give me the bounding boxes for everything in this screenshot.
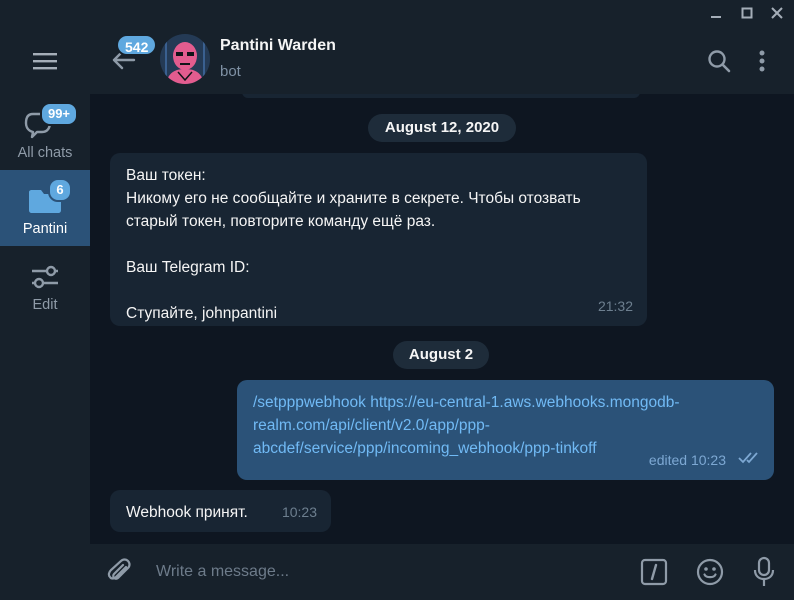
previous-message-edge bbox=[242, 94, 640, 98]
message-line: Ступайте, johnpantini bbox=[126, 305, 278, 322]
message-line bbox=[126, 279, 631, 302]
message-bubble-incoming[interactable]: Ваш токен: Никому его не сообщайте и хра… bbox=[110, 153, 647, 326]
folder-pantini[interactable]: 6 Pantini bbox=[0, 170, 90, 246]
search-icon[interactable] bbox=[706, 48, 732, 74]
message-bubble-incoming[interactable]: Webhook принят. 10:23 bbox=[110, 490, 331, 532]
chat-status: bot bbox=[220, 63, 241, 80]
message-line bbox=[126, 233, 631, 256]
minimize-icon[interactable] bbox=[705, 3, 727, 23]
more-vertical-icon[interactable] bbox=[752, 48, 772, 74]
close-icon[interactable] bbox=[766, 3, 788, 23]
folder-label: Pantini bbox=[22, 221, 68, 237]
paperclip-icon[interactable] bbox=[106, 558, 134, 586]
date-separator: August 2 bbox=[393, 341, 489, 369]
message-line: Ваш Telegram ID: bbox=[126, 259, 250, 276]
folder-sidebar: 99+ All chats 6 Pantini Edit bbox=[0, 26, 90, 600]
bot-command-icon[interactable] bbox=[640, 558, 668, 586]
sliders-icon bbox=[24, 258, 66, 294]
unread-count-badge: 542 bbox=[116, 34, 158, 56]
message-time: edited 10:23 bbox=[648, 452, 726, 468]
hamburger-menu-icon[interactable] bbox=[25, 46, 65, 76]
double-check-icon bbox=[738, 449, 764, 472]
message-line[interactable]: realm.com/api/client/v2.0/app/ppp- bbox=[253, 414, 758, 437]
avatar[interactable] bbox=[160, 34, 210, 84]
message-line[interactable]: /setpppwebhook https://eu-central-1.aws.… bbox=[253, 391, 758, 414]
chat-title[interactable]: Pantini Warden bbox=[220, 37, 336, 55]
message-line: Ваш токен: bbox=[126, 167, 206, 184]
date-separator: August 12, 2020 bbox=[368, 114, 516, 142]
maximize-icon[interactable] bbox=[736, 3, 758, 23]
folder-badge: 99+ bbox=[40, 102, 78, 126]
microphone-icon[interactable] bbox=[752, 556, 776, 588]
message-line: Никому его не сообщайте и храните в секр… bbox=[126, 190, 581, 207]
folder-all-chats[interactable]: 99+ All chats bbox=[0, 94, 90, 170]
message-input[interactable] bbox=[156, 561, 616, 583]
message-list[interactable]: August 12, 2020 Ваш токен: Никому его не… bbox=[90, 94, 794, 544]
chat-header: 542 Pantini Warden bot bbox=[90, 26, 794, 94]
message-time: 21:32 bbox=[597, 298, 633, 314]
message-time: 10:23 bbox=[281, 504, 317, 520]
emoji-icon[interactable] bbox=[695, 557, 725, 587]
folder-edit[interactable]: Edit bbox=[0, 246, 90, 322]
folder-label: Edit bbox=[32, 297, 58, 313]
message-bubble-outgoing[interactable]: /setpppwebhook https://eu-central-1.aws.… bbox=[237, 380, 774, 480]
message-line: старый токен, повторите команду ещё раз. bbox=[126, 213, 436, 230]
message-composer bbox=[90, 544, 794, 600]
folder-label: All chats bbox=[17, 145, 73, 161]
window-titlebar bbox=[0, 0, 794, 26]
folder-badge: 6 bbox=[48, 178, 72, 202]
